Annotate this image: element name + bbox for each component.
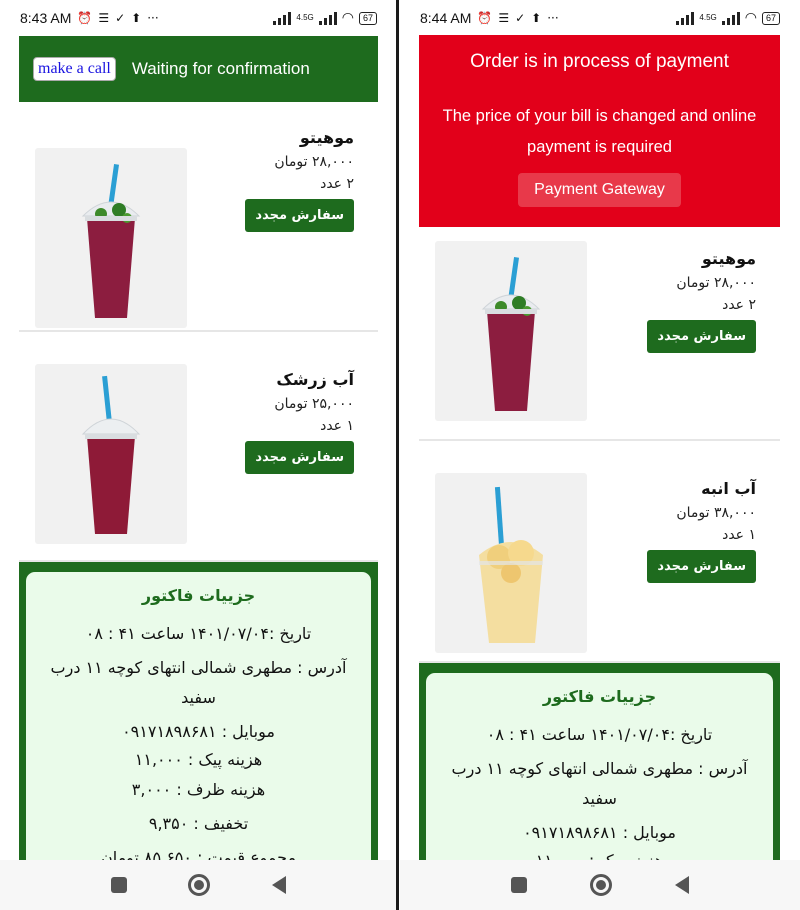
- back-icon[interactable]: [674, 876, 689, 894]
- invoice-address: آدرس : مطهری شمالی انتهای کوچه ۱۱ درب سف…: [451, 759, 748, 808]
- signal-icon-2: [318, 11, 337, 25]
- item-quantity: ۱ عدد: [722, 527, 756, 543]
- drink-image: [35, 364, 187, 544]
- order-item: موهیتو ۲۸,۰۰۰ تومان ۲ عدد سفارش مجدد: [19, 102, 378, 332]
- invoice-date: تاریخ :۱۴۰۱/۰۷/۰۴ ساعت ۴۱ : ۰۸: [85, 624, 312, 643]
- home-icon[interactable]: [188, 874, 211, 896]
- invoice-discount: تخفیف : ۹,۳۵۰: [148, 814, 249, 833]
- back-icon[interactable]: [272, 876, 287, 894]
- invoice-address: آدرس : مطهری شمالی انتهای کوچه ۱۱ درب سف…: [50, 658, 347, 707]
- drink-image: [435, 241, 587, 421]
- invoice-title: جزییات فاکتور: [141, 586, 256, 605]
- item-price: ۳۸,۰۰۰ تومان: [676, 505, 756, 521]
- order-status-header: make a call Waiting for confirmation: [19, 36, 378, 102]
- invoice-date: تاریخ :۱۴۰۱/۰۷/۰۴ ساعت ۴۱ : ۰۸: [486, 725, 713, 744]
- drink-image: [435, 473, 587, 653]
- red-drink-mint-icon: [81, 164, 141, 318]
- status-bar: 8:44 AM ⏰ ☰ ✓ ⬆ ··· 4.5G ◠ 67: [400, 0, 800, 36]
- invoice-mobile: موبایل : ۰۹۱۷۱۸۹۸۶۸۱: [523, 823, 676, 842]
- item-quantity: ۲ عدد: [320, 176, 354, 192]
- payment-alert-message: The price of your bill is changed and on…: [442, 107, 757, 156]
- recents-icon[interactable]: [511, 877, 528, 893]
- phone-screen-left: 8:43 AM ⏰ ☰ ✓ ⬆ ··· 4.5G ◠ 67 make a cal…: [0, 0, 397, 910]
- android-nav-bar: [0, 860, 397, 910]
- red-drink-mint-icon: [481, 257, 541, 411]
- item-price: ۲۸,۰۰۰ تومان: [274, 154, 354, 170]
- signal-icon: [273, 11, 292, 25]
- upload-icon: ⬆: [131, 11, 142, 25]
- item-name: آب زرشک: [276, 370, 354, 389]
- item-price: ۲۸,۰۰۰ تومان: [676, 275, 756, 291]
- phone-screen-right: 8:44 AM ⏰ ☰ ✓ ⬆ ··· 4.5G ◠ 67 Order is i…: [400, 0, 800, 910]
- reorder-button[interactable]: سفارش مجدد: [647, 550, 756, 583]
- network-label: 4.5G: [296, 13, 314, 22]
- reorder-button[interactable]: سفارش مجدد: [245, 199, 354, 232]
- panel-divider: [396, 0, 399, 910]
- order-scroll-area[interactable]: Order is in process of payment The price…: [419, 35, 780, 865]
- invoice-total: مجموع قیمت : ۸۵,۶۵۰ تومان: [100, 848, 297, 860]
- check-icon: ✓: [115, 11, 126, 25]
- invoice-title: جزییات فاکتور: [542, 687, 657, 706]
- invoice-details: جزییات فاکتور تاریخ :۱۴۰۱/۰۷/۰۴ ساعت ۴۱ …: [423, 670, 776, 865]
- signal-icon: [676, 11, 695, 25]
- alarm-icon: ⏰: [477, 11, 493, 25]
- item-name: موهیتو: [299, 128, 354, 147]
- order-item: آب انبه ۳۸,۰۰۰ تومان ۱ عدد سفارش مجدد: [419, 441, 780, 663]
- invoice-mobile: موبایل : ۰۹۱۷۱۸۹۸۶۸۱: [122, 722, 275, 741]
- android-nav-bar: [400, 860, 800, 910]
- item-name: آب انبه: [701, 479, 756, 498]
- payment-gateway-button[interactable]: Payment Gateway: [518, 173, 681, 207]
- order-item: آب زرشک ۲۵,۰۰۰ تومان ۱ عدد سفارش مجدد: [19, 332, 378, 562]
- red-drink-icon: [81, 375, 141, 534]
- drink-image: [35, 148, 187, 328]
- more-icon: ···: [147, 11, 159, 25]
- order-item: موهیتو ۲۸,۰۰۰ تومان ۲ عدد سفارش مجدد: [419, 227, 780, 441]
- status-bar: 8:43 AM ⏰ ☰ ✓ ⬆ ··· 4.5G ◠ 67: [0, 0, 397, 36]
- reorder-button[interactable]: سفارش مجدد: [647, 320, 756, 353]
- upload-icon: ⬆: [531, 11, 542, 25]
- list-icon: ☰: [498, 11, 510, 25]
- battery-icon: 67: [358, 11, 377, 25]
- item-quantity: ۱ عدد: [320, 418, 354, 434]
- payment-alert-header: Order is in process of payment The price…: [419, 35, 780, 227]
- order-scroll-area[interactable]: make a call Waiting for confirmation موه…: [19, 36, 378, 860]
- reorder-button[interactable]: سفارش مجدد: [245, 441, 354, 474]
- more-icon: ···: [547, 11, 559, 25]
- network-label: 4.5G: [699, 13, 717, 22]
- alarm-icon: ⏰: [77, 11, 93, 25]
- item-price: ۲۵,۰۰۰ تومان: [274, 396, 354, 412]
- order-status-text: Waiting for confirmation: [131, 59, 310, 78]
- status-time: 8:44 AM: [420, 10, 472, 26]
- battery-icon: 67: [761, 11, 780, 25]
- status-time: 8:43 AM: [20, 10, 72, 26]
- item-name: موهیتو: [701, 249, 756, 268]
- wifi-icon: ◠: [341, 10, 354, 26]
- home-icon[interactable]: [589, 874, 612, 896]
- list-icon: ☰: [98, 11, 110, 25]
- check-icon: ✓: [515, 11, 526, 25]
- invoice-container: هزینه ظرف : ۳,۰۰۰: [131, 780, 266, 799]
- payment-alert-title: Order is in process of payment: [470, 51, 729, 72]
- make-call-button[interactable]: make a call: [33, 57, 116, 81]
- signal-icon-2: [721, 11, 740, 25]
- invoice-details: جزییات فاکتور تاریخ :۱۴۰۱/۰۷/۰۴ ساعت ۴۱ …: [23, 569, 374, 860]
- invoice-delivery: هزینه پیک : ۱۱,۰۰۰: [134, 750, 263, 769]
- wifi-icon: ◠: [744, 10, 757, 26]
- mango-drink-icon: [479, 486, 543, 643]
- item-quantity: ۲ عدد: [722, 297, 756, 313]
- recents-icon[interactable]: [110, 877, 127, 893]
